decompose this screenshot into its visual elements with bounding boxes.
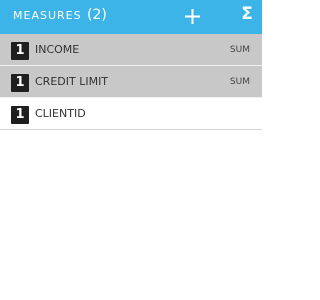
measure-row-credit-limit[interactable]: 1 CREDIT LIMIT SUM	[0, 66, 262, 98]
measure-row-income[interactable]: 1 INCOME SUM	[0, 34, 262, 66]
plus-icon-svg	[185, 9, 200, 24]
measures-panel: MEASURES (2) Σ 1 INCOME SUM 1 CREDIT LIM…	[0, 0, 262, 300]
measure-badge: 1	[11, 74, 29, 92]
measures-list: 1 INCOME SUM 1 CREDIT LIMIT SUM 1 CLIENT…	[0, 34, 262, 130]
measures-count: (2)	[87, 7, 107, 23]
measure-label: CREDIT LIMIT	[35, 75, 109, 88]
aggregation-label[interactable]: SUM	[230, 77, 250, 88]
plus-icon[interactable]	[184, 8, 201, 25]
measure-label: INCOME	[35, 43, 80, 56]
measure-label: CLIENTID	[35, 107, 86, 120]
header-title: MEASURES	[13, 9, 82, 22]
measure-badge: 1	[11, 42, 29, 60]
measure-badge: 1	[11, 106, 29, 124]
sigma-icon[interactable]: Σ	[240, 4, 254, 24]
aggregation-label[interactable]: SUM	[230, 45, 250, 56]
measure-row-clientid[interactable]: 1 CLIENTID	[0, 98, 262, 130]
measures-header: MEASURES (2) Σ	[0, 0, 262, 34]
